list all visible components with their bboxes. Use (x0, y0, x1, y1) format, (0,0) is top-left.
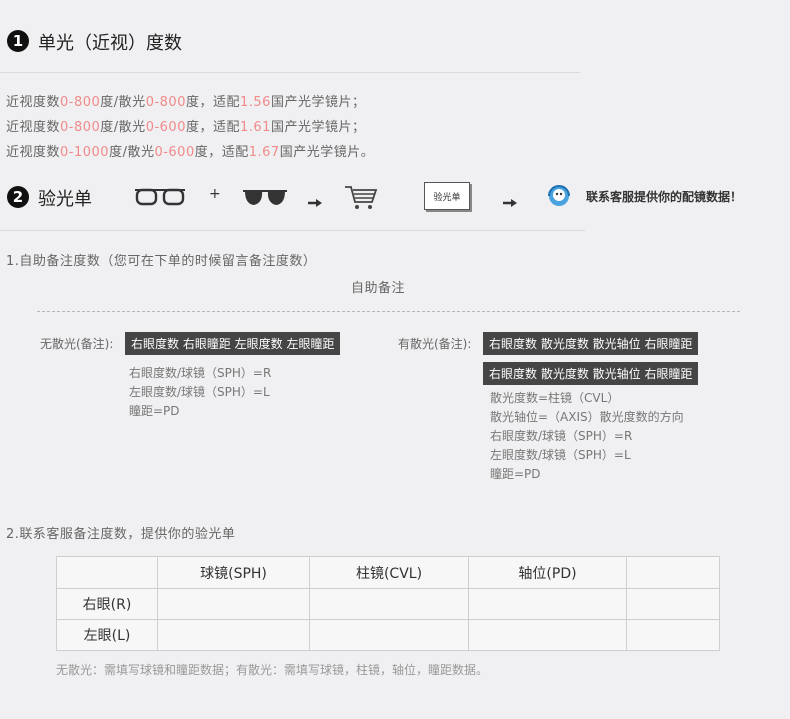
cvl-left-input[interactable] (309, 619, 469, 651)
note-line: 瞳距=PD (129, 404, 180, 418)
spec-value: 1.61 (239, 120, 271, 135)
table-header-row: 球镜(SPH) 柱镜(CVL) 轴位(PD) (56, 556, 720, 589)
spec-text: 度/散光 (100, 120, 146, 135)
divider (0, 230, 585, 231)
section1-title: 单光（近视）度数 (38, 33, 182, 54)
row-label-left-eye: 左眼(L) (56, 619, 158, 651)
astigmatism-tag-2: 右眼度数 散光度数 散光轴位 右眼瞳距 (483, 362, 699, 385)
spec-text: 度，适配 (194, 145, 249, 160)
no-astigmatism-notes: 右眼度数/球镜（SPH）=R 左眼度数/球镜（SPH）=L 瞳距=PD (129, 364, 271, 421)
spec-text: 近视度数 (6, 145, 61, 160)
pd-left-input[interactable] (468, 619, 627, 651)
note-line: 瞳距=PD (490, 467, 541, 481)
spec-line-1: 近视度数0-800度/散光0-800度，适配1.56国产光学镜片； (6, 91, 365, 110)
glasses-icon (134, 186, 186, 212)
note-line: 左眼度数/球镜（SPH）=L (129, 385, 270, 399)
spec-text: 度/散光 (100, 95, 146, 110)
divider (0, 72, 580, 73)
prescription-table: 球镜(SPH) 柱镜(CVL) 轴位(PD) 右眼(R) 左眼(L) (56, 556, 720, 651)
no-astigmatism-label: 无散光(备注): (40, 337, 114, 351)
section-number-2: 2 (7, 186, 29, 208)
spec-text: 近视度数 (6, 120, 61, 135)
no-astigmatism-tag: 右眼度数 右眼瞳距 左眼度数 左眼瞳距 (125, 332, 341, 355)
section2-title: 验光单 (38, 189, 92, 210)
extra-left-cell[interactable] (626, 619, 720, 651)
step1-subtitle: 自助备注 (351, 281, 406, 296)
table-row: 左眼(L) (56, 619, 720, 651)
spec-value: 1.67 (248, 145, 280, 160)
customer-service-icon[interactable] (547, 184, 571, 212)
section-number-1: 1 (7, 30, 29, 52)
spec-text: 度/散光 (109, 145, 155, 160)
note-line: 右眼度数/球镜（SPH）=R (490, 429, 633, 443)
step2-title: 2.联系客服备注度数，提供你的验光单 (6, 527, 236, 542)
arrow-right-icon (308, 192, 322, 211)
spec-value: 0-800 (60, 95, 101, 110)
table-footnote: 无散光：需填写球镜和瞳距数据；有散光：需填写球镜，柱镜，轴位，瞳距数据。 (56, 663, 489, 677)
note-line: 右眼度数/球镜（SPH）=R (129, 366, 272, 380)
arrow-right-icon (503, 192, 517, 211)
sph-right-input[interactable] (157, 588, 310, 620)
table-header-cell: 轴位(PD) (468, 556, 627, 589)
shopping-cart-icon (344, 184, 378, 214)
astigmatism-label: 有散光(备注): (398, 337, 472, 351)
prescription-card-icon: 验光单 (424, 182, 470, 210)
spec-line-2: 近视度数0-800度/散光0-600度，适配1.61国产光学镜片； (6, 116, 365, 135)
astigmatism-notes: 散光度数=柱镜（CVL） 散光轴位=（AXIS）散光度数的方向 右眼度数/球镜（… (490, 389, 684, 484)
note-line: 散光轴位=（AXIS）散光度数的方向 (490, 410, 684, 424)
spec-value: 0-800 (145, 95, 186, 110)
pd-right-input[interactable] (468, 588, 627, 620)
spec-value: 0-600 (154, 145, 195, 160)
table-header-cell (56, 556, 158, 589)
spec-value: 0-800 (60, 120, 101, 135)
contact-service-text: 联系客服提供你的配镜数据！ (586, 190, 743, 204)
sunglasses-icon (242, 186, 288, 212)
table-header-cell: 柱镜(CVL) (309, 556, 469, 589)
spec-text: 国产光学镜片； (270, 120, 366, 135)
plus-sign: + (209, 186, 221, 202)
spec-text: 度，适配 (185, 95, 240, 110)
table-row: 右眼(R) (56, 588, 720, 620)
step1-title: 1.自助备注度数（您可在下单的时候留言备注度数） (6, 254, 317, 269)
spec-text: 国产光学镜片。 (279, 145, 375, 160)
astigmatism-tag-1: 右眼度数 散光度数 散光轴位 右眼瞳距 (483, 332, 699, 355)
sph-left-input[interactable] (157, 619, 310, 651)
row-label-right-eye: 右眼(R) (56, 588, 158, 620)
card-label: 验光单 (433, 192, 461, 203)
note-line: 散光度数=柱镜（CVL） (490, 391, 620, 405)
extra-right-cell[interactable] (626, 588, 720, 620)
spec-text: 国产光学镜片； (270, 95, 366, 110)
spec-value: 0-1000 (60, 145, 110, 160)
spec-value: 0-600 (145, 120, 186, 135)
table-header-cell: 球镜(SPH) (157, 556, 310, 589)
spec-line-3: 近视度数0-1000度/散光0-600度，适配1.67国产光学镜片。 (6, 141, 374, 160)
spec-value: 1.56 (239, 95, 271, 110)
spec-text: 近视度数 (6, 95, 61, 110)
note-line: 左眼度数/球镜（SPH）=L (490, 448, 631, 462)
dashed-divider (37, 311, 740, 312)
cvl-right-input[interactable] (309, 588, 469, 620)
spec-text: 度，适配 (185, 120, 240, 135)
table-header-cell (626, 556, 720, 589)
